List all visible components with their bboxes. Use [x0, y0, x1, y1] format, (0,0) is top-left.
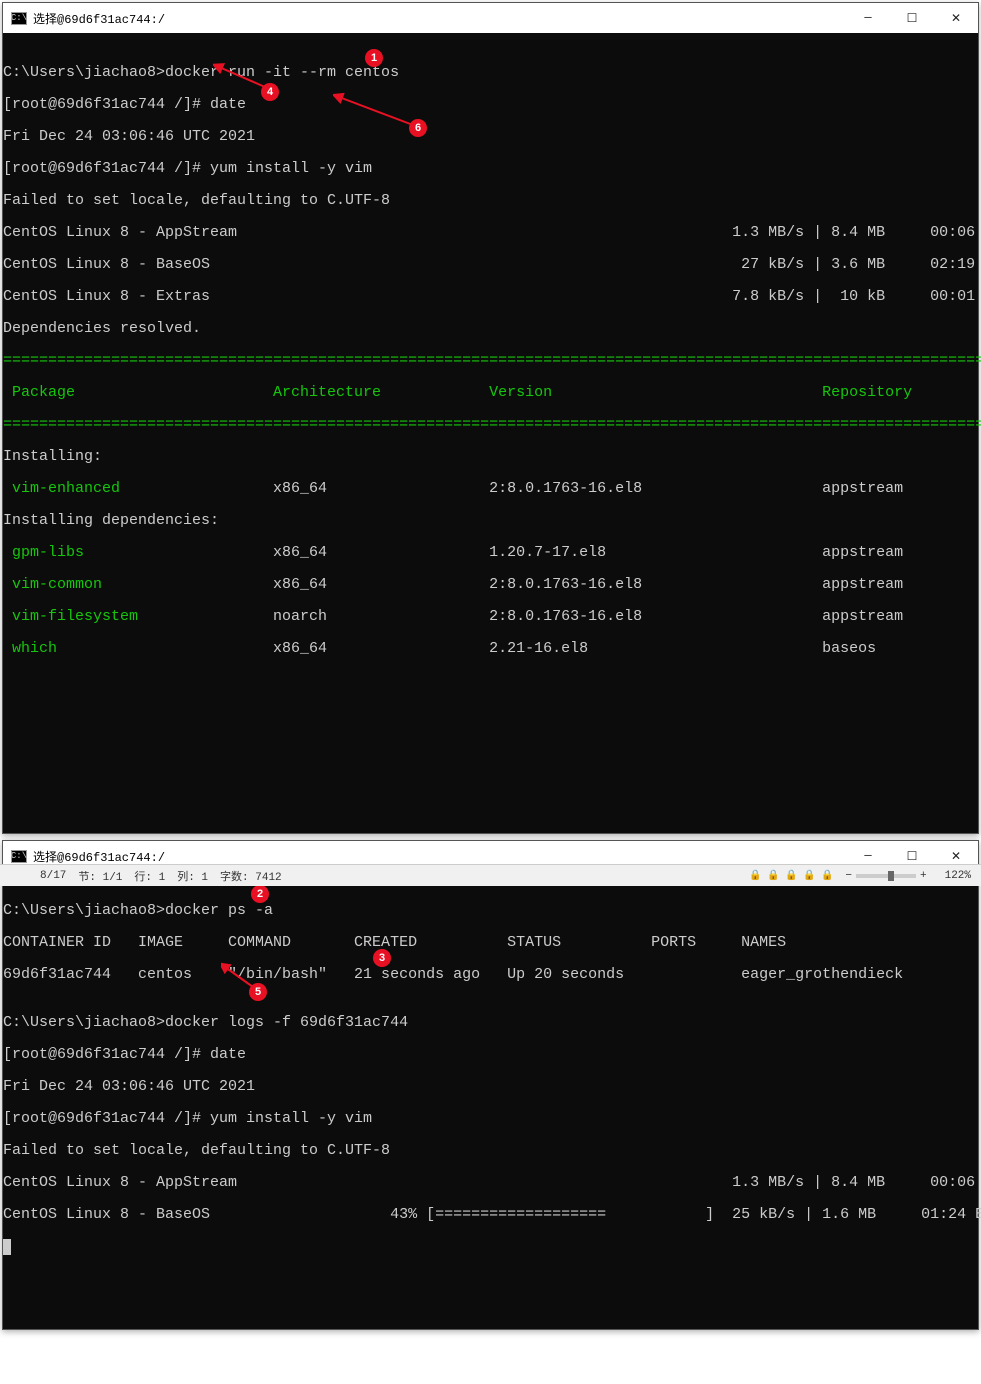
term1-line7: CentOS Linux 8 - BaseOS 27 kB/s | 3.6 MB… [3, 257, 978, 273]
zoom-slider[interactable]: − + [845, 870, 926, 882]
terminal-window-1: C:\ 选择@69d6f31ac744:/ ─ ☐ ✕ C:\Users\jia… [2, 2, 979, 834]
annotation-marker-4: 4 [261, 83, 279, 101]
term2-line2: CONTAINER ID IMAGE COMMAND CREATED STATU… [3, 935, 978, 951]
window-buttons-1: ─ ☐ ✕ [846, 3, 978, 33]
term1-line1: C:\Users\jiachao8>docker run -it --rm ce… [3, 65, 978, 81]
term2-line7: [root@69d6f31ac744 /]# yum install -y vi… [3, 1111, 978, 1127]
window-title-1: 选择@69d6f31ac744:/ [33, 10, 840, 27]
term1-line5: Failed to set locale, defaulting to C.UT… [3, 193, 978, 209]
pkg-name: vim-enhanced [3, 480, 255, 497]
term2-line8: Failed to set locale, defaulting to C.UT… [3, 1143, 978, 1159]
cmd-icon: C:\ [11, 850, 27, 863]
zoom-plus-icon[interactable]: + [920, 870, 927, 882]
pkg-details: x86_64 2:8.0.1763-16.el8 appstream 1.4 M [255, 480, 981, 497]
pkg-details: x86_64 1.20.7-17.el8 appstream 39 k [255, 544, 981, 561]
annotation-marker-2: 2 [251, 885, 269, 903]
term1-sep1: ========================================… [3, 353, 978, 369]
pkg-which: which x86_64 2.21-16.el8 baseos 49 k [3, 641, 978, 657]
pkg-name: which [3, 640, 255, 657]
term1-installing: Installing: [3, 449, 978, 465]
term2-line1: C:\Users\jiachao8>docker ps -a [3, 903, 978, 919]
zoom-thumb[interactable] [888, 871, 894, 881]
lock-icon: 🔒 [749, 870, 761, 882]
terminal-output-1[interactable]: C:\Users\jiachao8>docker run -it --rm ce… [3, 33, 978, 833]
pkg-name: vim-common [3, 576, 255, 593]
zoom-track[interactable] [856, 874, 916, 878]
term1-installing-deps: Installing dependencies: [3, 513, 978, 529]
zoom-minus-icon[interactable]: − [845, 870, 852, 882]
editor-statusbar: 8/17 节: 1/1 行: 1 列: 1 字数: 7412 🔒 🔒 🔒 🔒 🔒… [0, 864, 981, 886]
status-section: 节: 1/1 [78, 868, 122, 884]
pkg-vim-filesystem: vim-filesystem noarch 2:8.0.1763-16.el8 … [3, 609, 978, 625]
term2-cursor-line [3, 1239, 978, 1255]
terminal-window-2: C:\ 选择@69d6f31ac744:/ ─ ☐ ✕ C:\Users\jia… [2, 840, 979, 1330]
term1-line3: Fri Dec 24 03:06:46 UTC 2021 [3, 129, 978, 145]
term2-line10: CentOS Linux 8 - BaseOS 43% [===========… [3, 1207, 978, 1223]
term1-line8: CentOS Linux 8 - Extras 7.8 kB/s | 10 kB… [3, 289, 978, 305]
annotation-marker-3: 3 [373, 949, 391, 967]
pkg-details: x86_64 2.21-16.el8 baseos 49 k [255, 640, 981, 657]
lock-icon: 🔒 [803, 870, 815, 882]
lock-icon: 🔒 [821, 870, 833, 882]
lock-icons: 🔒 🔒 🔒 🔒 🔒 [749, 870, 833, 882]
pkg-name: gpm-libs [3, 544, 255, 561]
cmd-icon: C:\ [11, 12, 27, 25]
term2-line9: CentOS Linux 8 - AppStream 1.3 MB/s | 8.… [3, 1175, 978, 1191]
annotation-marker-5: 5 [249, 983, 267, 1001]
close-button[interactable]: ✕ [934, 3, 978, 33]
lock-icon: 🔒 [785, 870, 797, 882]
text-cursor [3, 1239, 11, 1255]
lock-icon: 🔒 [767, 870, 779, 882]
pkg-vim-enhanced: vim-enhanced x86_64 2:8.0.1763-16.el8 ap… [3, 481, 978, 497]
term2-line6: Fri Dec 24 03:06:46 UTC 2021 [3, 1079, 978, 1095]
status-line: 行: 1 [134, 868, 165, 884]
term1-header: Package Architecture Version Repository … [3, 385, 978, 401]
status-col: 列: 1 [177, 868, 208, 884]
pkg-gpm-libs: gpm-libs x86_64 1.20.7-17.el8 appstream … [3, 545, 978, 561]
pkg-details: noarch 2:8.0.1763-16.el8 appstream 49 k [255, 608, 981, 625]
minimize-button[interactable]: ─ [846, 3, 890, 33]
zoom-level[interactable]: 122% [945, 870, 971, 882]
term1-line2: [root@69d6f31ac744 /]# date [3, 97, 978, 113]
window-title-2: 选择@69d6f31ac744:/ [33, 848, 840, 865]
status-char-count: 字数: 7412 [220, 868, 282, 884]
term1-line4: [root@69d6f31ac744 /]# yum install -y vi… [3, 161, 978, 177]
status-position: 8/17 [40, 870, 66, 882]
term2-line5: [root@69d6f31ac744 /]# date [3, 1047, 978, 1063]
term2-line4: C:\Users\jiachao8>docker logs -f 69d6f31… [3, 1015, 978, 1031]
titlebar-1[interactable]: C:\ 选择@69d6f31ac744:/ ─ ☐ ✕ [3, 3, 978, 33]
annotation-marker-6: 6 [409, 119, 427, 137]
terminal-output-2[interactable]: C:\Users\jiachao8>docker ps -a CONTAINER… [3, 871, 978, 1383]
pkg-name: vim-filesystem [3, 608, 255, 625]
term1-line6: CentOS Linux 8 - AppStream 1.3 MB/s | 8.… [3, 225, 978, 241]
term1-line9: Dependencies resolved. [3, 321, 978, 337]
term1-sep2: ========================================… [3, 417, 978, 433]
pkg-details: x86_64 2:8.0.1763-16.el8 appstream 6.3 M [255, 576, 981, 593]
term2-line3: 69d6f31ac744 centos "/bin/bash" 21 secon… [3, 967, 978, 983]
pkg-vim-common: vim-common x86_64 2:8.0.1763-16.el8 apps… [3, 577, 978, 593]
annotation-marker-1: 1 [365, 49, 383, 67]
maximize-button[interactable]: ☐ [890, 3, 934, 33]
